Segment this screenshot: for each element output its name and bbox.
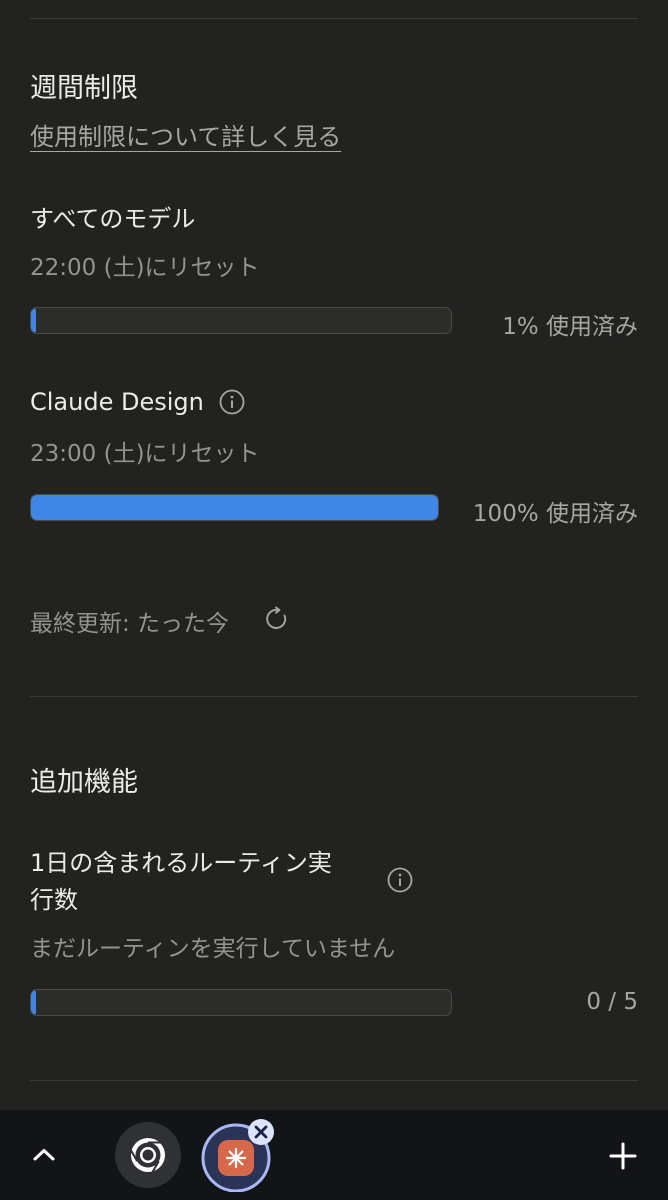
routine-progress-fill xyxy=(31,990,36,1015)
section-divider xyxy=(30,696,638,697)
usage-settings-page: 週間制限 使用制限について詳しく見る すべてのモデル 22:00 (土)にリセッ… xyxy=(0,0,668,1200)
routine-status-text: まだルーティンを実行していません xyxy=(30,936,396,962)
routine-progress-bar xyxy=(30,989,452,1016)
weekly-limits-title: 週間制限 xyxy=(30,73,138,104)
top-divider xyxy=(30,18,638,19)
bottom-divider xyxy=(30,1080,638,1081)
refresh-icon[interactable] xyxy=(264,606,290,632)
extras-title: 追加機能 xyxy=(30,767,138,798)
chevron-up-icon[interactable] xyxy=(30,1143,58,1167)
close-icon[interactable] xyxy=(247,1118,275,1146)
all-models-label: すべてのモデル xyxy=(30,205,196,233)
chrome-icon[interactable] xyxy=(115,1122,181,1188)
routine-runs-label: 1日の含まれるルーティン実 行数 xyxy=(30,849,332,914)
all-models-progress-bar xyxy=(30,307,452,334)
info-icon[interactable] xyxy=(387,867,413,893)
last-updated-text: 最終更新: たった今 xyxy=(30,611,230,637)
all-models-reset-time: 22:00 (土)にリセット xyxy=(30,255,260,281)
claude-design-progress-fill xyxy=(31,495,438,520)
all-models-progress-fill xyxy=(31,308,36,333)
claude-design-label: Claude Design xyxy=(30,388,204,416)
plus-icon[interactable] xyxy=(608,1141,638,1171)
claude-design-progress-bar xyxy=(30,494,439,521)
claude-design-usage-label: 100% 使用済み xyxy=(472,501,638,527)
learn-more-link[interactable]: 使用制限について詳しく見る xyxy=(30,117,341,152)
info-icon[interactable] xyxy=(219,389,245,415)
routine-count-label: 0 / 5 xyxy=(586,989,638,1015)
all-models-usage-label: 1% 使用済み xyxy=(502,314,638,340)
taskbar xyxy=(0,1110,668,1200)
claude-design-reset-time: 23:00 (土)にリセット xyxy=(30,441,260,467)
claude-app-button[interactable] xyxy=(201,1118,275,1193)
